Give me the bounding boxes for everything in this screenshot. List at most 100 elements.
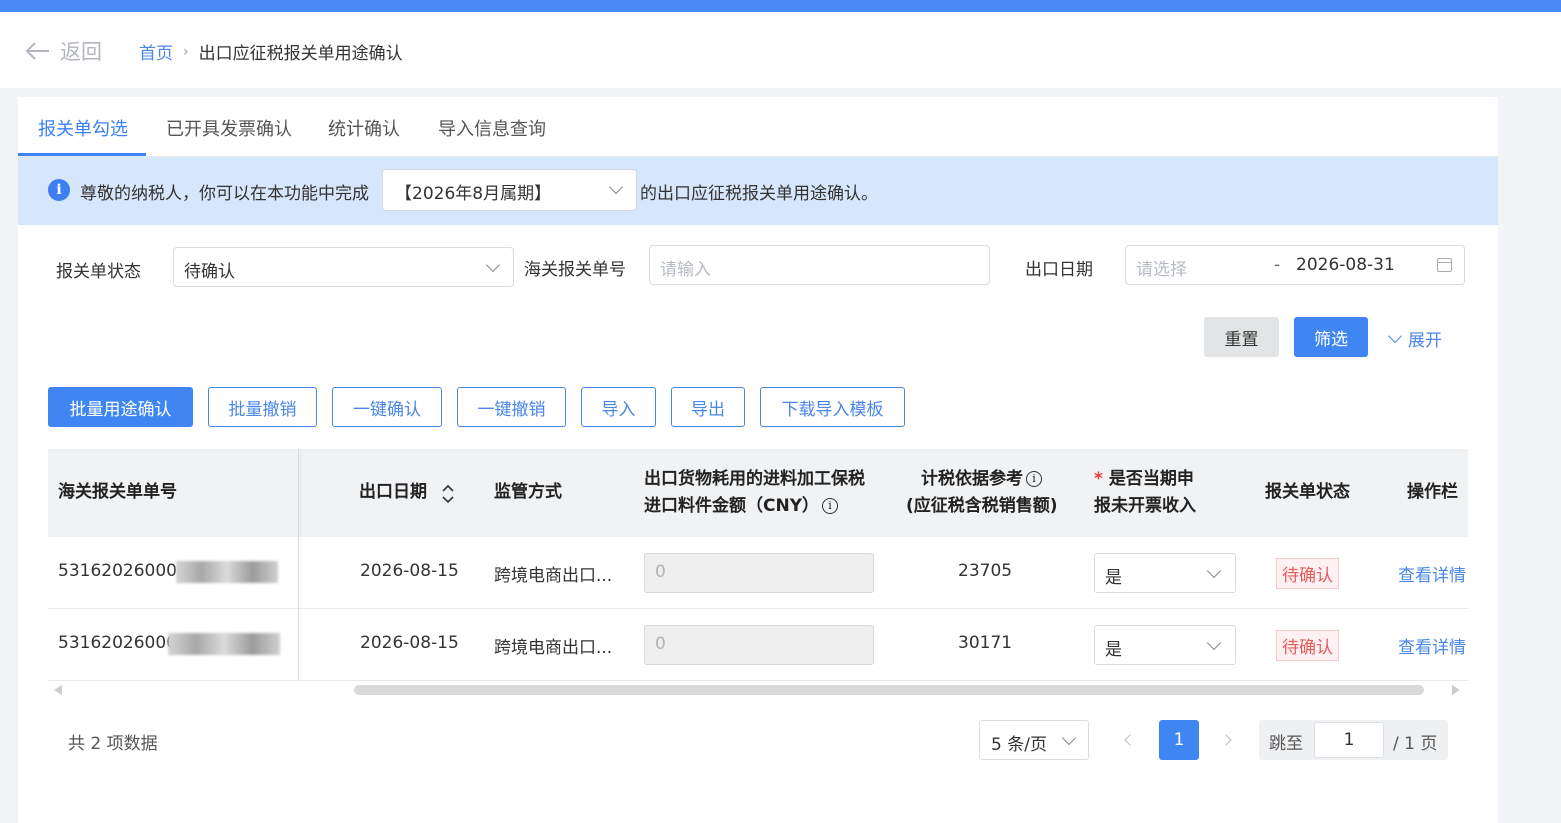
cell-customs-no: 531620260003: [58, 561, 188, 581]
table-row: 531620260003 2026-08-15 跨境电商出口... 0 2370…: [48, 537, 1468, 609]
page-size-select[interactable]: 5 条/页: [979, 720, 1089, 760]
scroll-left-icon[interactable]: [54, 685, 62, 695]
page-button-current[interactable]: 1: [1159, 720, 1199, 760]
cell-supervision: 跨境电商出口...: [494, 566, 613, 586]
cell-tax-basis: 30171: [958, 633, 1013, 653]
status-filter-value: 待确认: [184, 262, 235, 282]
col-tax-basis-text: 计税依据参考: [921, 469, 1023, 489]
batch-cancel-button[interactable]: 批量撤销: [208, 387, 317, 427]
chevron-down-icon: [1206, 563, 1222, 579]
col-export-date: 出口日期: [359, 482, 427, 502]
status-filter-select[interactable]: 待确认: [173, 247, 514, 287]
expand-label: 展开: [1408, 331, 1442, 351]
chevron-down-icon: [1387, 328, 1403, 343]
status-filter-label: 报关单状态: [56, 262, 141, 282]
view-details-link[interactable]: 查看详情: [1398, 633, 1466, 658]
status-badge: 待确认: [1276, 630, 1339, 661]
export-date-range[interactable]: 请选择 - 2026-08-31: [1125, 245, 1465, 285]
tab-declaration-select[interactable]: 报关单勾选: [38, 115, 128, 141]
chevron-down-icon: [485, 257, 501, 273]
customs-no-placeholder: 请输入: [660, 260, 711, 280]
info-circle-icon[interactable]: i: [1026, 471, 1042, 487]
cell-customs-no: 53162026000: [58, 633, 177, 653]
notice-banner: i 尊敬的纳税人，你可以在本功能中完成 【2026年8月属期】 的出口应征税报关…: [18, 157, 1498, 225]
breadcrumb-current: 出口应征税报关单用途确认: [198, 44, 403, 64]
col-declare-line1: * 是否当期申: [1094, 466, 1194, 493]
declare-select[interactable]: 是: [1094, 553, 1236, 593]
info-icon: i: [48, 179, 70, 201]
col-material-amount-line1: 出口货物耗用的进料加工保税: [644, 469, 865, 489]
chevron-down-icon: [1061, 730, 1077, 746]
required-mark: *: [1094, 469, 1103, 489]
col-supervision: 监管方式: [494, 482, 562, 502]
back-label: 返回: [60, 40, 102, 64]
horizontal-scrollbar[interactable]: [354, 685, 1424, 695]
page-header: 返回 首页 › 出口应征税报关单用途确认: [0, 12, 1561, 88]
declare-value: 是: [1105, 640, 1122, 660]
scroll-right-icon[interactable]: [1452, 685, 1460, 695]
view-details-link[interactable]: 查看详情: [1398, 561, 1466, 586]
col-declare-text: 是否当期申: [1108, 469, 1194, 489]
tab-import-query[interactable]: 导入信息查询: [438, 115, 546, 141]
cell-export-date: 2026-08-15: [360, 633, 459, 653]
notice-suffix: 的出口应征税报关单用途确认。: [640, 184, 878, 204]
notice-prefix: 尊敬的纳税人，你可以在本功能中完成: [80, 184, 369, 204]
total-count: 共 2 项数据: [68, 734, 158, 754]
prev-page-icon[interactable]: [1124, 734, 1136, 746]
main-card: 报关单勾选 已开具发票确认 统计确认 导入信息查询 i 尊敬的纳税人，你可以在本…: [18, 97, 1498, 823]
arrow-left-icon: [25, 42, 49, 60]
reset-button[interactable]: 重置: [1204, 317, 1279, 357]
fixed-column-divider: [298, 449, 299, 680]
declare-value: 是: [1105, 568, 1122, 588]
col-tax-basis-line2: (应征税含税销售额): [906, 496, 1058, 516]
material-amount-input: 0: [644, 625, 874, 665]
period-value: 【2026年8月属期】: [395, 184, 552, 204]
col-action: 操作栏: [1407, 482, 1458, 502]
date-start-placeholder[interactable]: 请选择: [1136, 260, 1187, 280]
total-pages: / 1 页: [1393, 734, 1438, 754]
material-amount-input: 0: [644, 553, 874, 593]
jump-input[interactable]: 1: [1314, 722, 1384, 758]
expand-button[interactable]: 展开: [1387, 326, 1442, 351]
back-button[interactable]: 返回: [24, 36, 102, 66]
customs-no-label: 海关报关单号: [524, 260, 626, 280]
cell-export-date: 2026-08-15: [360, 561, 459, 581]
cell-supervision: 跨境电商出口...: [494, 638, 613, 658]
calendar-icon: [1437, 258, 1452, 272]
export-date-label: 出口日期: [1025, 260, 1093, 280]
one-click-confirm-button[interactable]: 一键确认: [332, 387, 442, 427]
chevron-down-icon: [608, 179, 624, 195]
sort-icon[interactable]: [442, 483, 454, 505]
period-select[interactable]: 【2026年8月属期】: [382, 169, 637, 211]
breadcrumb: 首页 › 出口应征税报关单用途确认: [139, 39, 403, 65]
top-accent-bar: [0, 0, 1561, 12]
download-template-button[interactable]: 下载导入模板: [760, 387, 905, 427]
active-tab-indicator: [18, 153, 146, 156]
col-customs-no: 海关报关单单号: [58, 482, 177, 502]
customs-no-input[interactable]: 请输入: [649, 245, 990, 285]
breadcrumb-home[interactable]: 首页: [139, 39, 173, 64]
declare-select[interactable]: 是: [1094, 625, 1236, 665]
next-page-icon[interactable]: [1220, 734, 1232, 746]
col-material-amount-line2: 进口料件金额（CNY） i: [644, 493, 839, 520]
table-header: 海关报关单单号 出口日期 监管方式 出口货物耗用的进料加工保税 进口料件金额（C…: [48, 449, 1468, 537]
page-jump: 跳至 1 / 1 页: [1259, 720, 1448, 760]
tab-invoiced-confirm[interactable]: 已开具发票确认: [166, 115, 292, 141]
one-click-cancel-button[interactable]: 一键撤销: [457, 387, 566, 427]
import-button[interactable]: 导入: [581, 387, 656, 427]
export-button[interactable]: 导出: [671, 387, 745, 427]
info-circle-icon[interactable]: i: [822, 498, 839, 514]
table-row: 53162026000 2026-08-15 跨境电商出口... 0 30171…: [48, 609, 1468, 681]
page-size-value: 5 条/页: [991, 735, 1047, 755]
date-end-value[interactable]: 2026-08-31: [1296, 255, 1395, 275]
breadcrumb-separator-icon: ›: [183, 43, 189, 60]
tab-bar: 报关单勾选 已开具发票确认 统计确认 导入信息查询: [18, 97, 1498, 157]
filter-button[interactable]: 筛选: [1294, 317, 1368, 357]
tab-statistics-confirm[interactable]: 统计确认: [328, 115, 400, 141]
batch-confirm-button[interactable]: 批量用途确认: [48, 387, 193, 427]
redacted-mask: [176, 561, 278, 583]
col-declare-line2: 报未开票收入: [1094, 496, 1196, 516]
status-badge: 待确认: [1276, 558, 1339, 589]
chevron-down-icon: [1206, 635, 1222, 651]
jump-label: 跳至: [1269, 734, 1303, 754]
